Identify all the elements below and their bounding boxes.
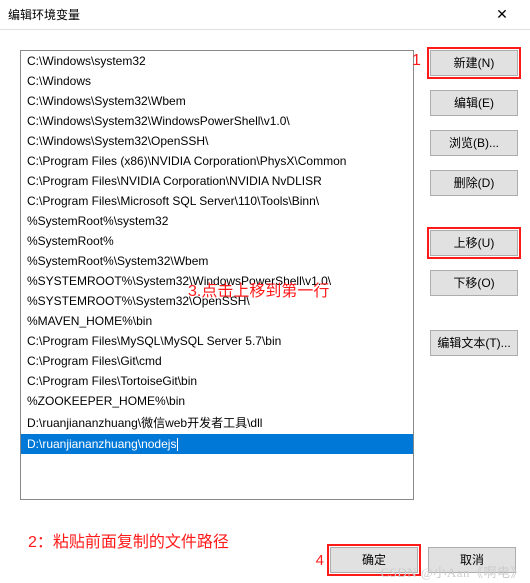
path-item[interactable]: C:\Program Files\NVIDIA Corporation\NVID… xyxy=(21,171,413,191)
path-item[interactable]: %SYSTEMROOT%\System32\WindowsPowerShell\… xyxy=(21,271,413,291)
edit-text-button[interactable]: 编辑文本(T)... xyxy=(430,330,518,356)
path-item[interactable]: C:\Program Files\Microsoft SQL Server\11… xyxy=(21,191,413,211)
edit-button[interactable]: 编辑(E) xyxy=(430,90,518,116)
path-item[interactable]: C:\Program Files\MySQL\MySQL Server 5.7\… xyxy=(21,331,413,351)
path-item[interactable]: C:\Program Files\Git\cmd xyxy=(21,351,413,371)
path-item[interactable]: %SystemRoot%\system32 xyxy=(21,211,413,231)
path-item[interactable]: D:\ruanjiananzhuang\微信web开发者工具\dll xyxy=(21,411,413,434)
path-listbox[interactable]: C:\Windows\system32C:\WindowsC:\Windows\… xyxy=(20,50,414,500)
dialog-content: C:\Windows\system32C:\WindowsC:\Windows\… xyxy=(0,30,530,535)
path-item[interactable]: %SYSTEMROOT%\System32\OpenSSH\ xyxy=(21,291,413,311)
window-title: 编辑环境变量 xyxy=(8,6,482,23)
path-item[interactable]: %ZOOKEEPER_HOME%\bin xyxy=(21,391,413,411)
path-item[interactable]: %SystemRoot% xyxy=(21,231,413,251)
path-item[interactable]: C:\Program Files\TortoiseGit\bin xyxy=(21,371,413,391)
close-icon[interactable]: ✕ xyxy=(482,6,522,23)
delete-button[interactable]: 删除(D) xyxy=(430,170,518,196)
path-item[interactable]: C:\Program Files (x86)\NVIDIA Corporatio… xyxy=(21,151,413,171)
path-item[interactable]: C:\Windows\System32\WindowsPowerShell\v1… xyxy=(21,111,413,131)
annotation-2: 2：粘贴前面复制的文件路径 xyxy=(28,528,229,552)
path-item[interactable]: %SystemRoot%\System32\Wbem xyxy=(21,251,413,271)
new-button[interactable]: 新建(N) xyxy=(430,50,518,76)
move-down-button[interactable]: 下移(O) xyxy=(430,270,518,296)
move-up-button[interactable]: 上移(U) xyxy=(430,230,518,256)
path-item[interactable]: C:\Windows xyxy=(21,71,413,91)
watermark-text: CSDN @小Aan《啊电》 xyxy=(380,562,524,581)
path-item[interactable]: C:\Windows\System32\OpenSSH\ xyxy=(21,131,413,151)
browse-button[interactable]: 浏览(B)... xyxy=(430,130,518,156)
path-item[interactable]: %MAVEN_HOME%\bin xyxy=(21,311,413,331)
side-buttons: 新建(N) 编辑(E) 浏览(B)... 删除(D) 上移(U) 下移(O) 编… xyxy=(430,50,518,370)
annotation-4: 4 xyxy=(316,552,324,569)
path-item[interactable]: C:\Windows\System32\Wbem xyxy=(21,91,413,111)
path-item[interactable]: C:\Windows\system32 xyxy=(21,51,413,71)
path-item-selected[interactable]: D:\ruanjiananzhuang\nodejs xyxy=(21,434,413,454)
titlebar: 编辑环境变量 ✕ xyxy=(0,0,530,30)
